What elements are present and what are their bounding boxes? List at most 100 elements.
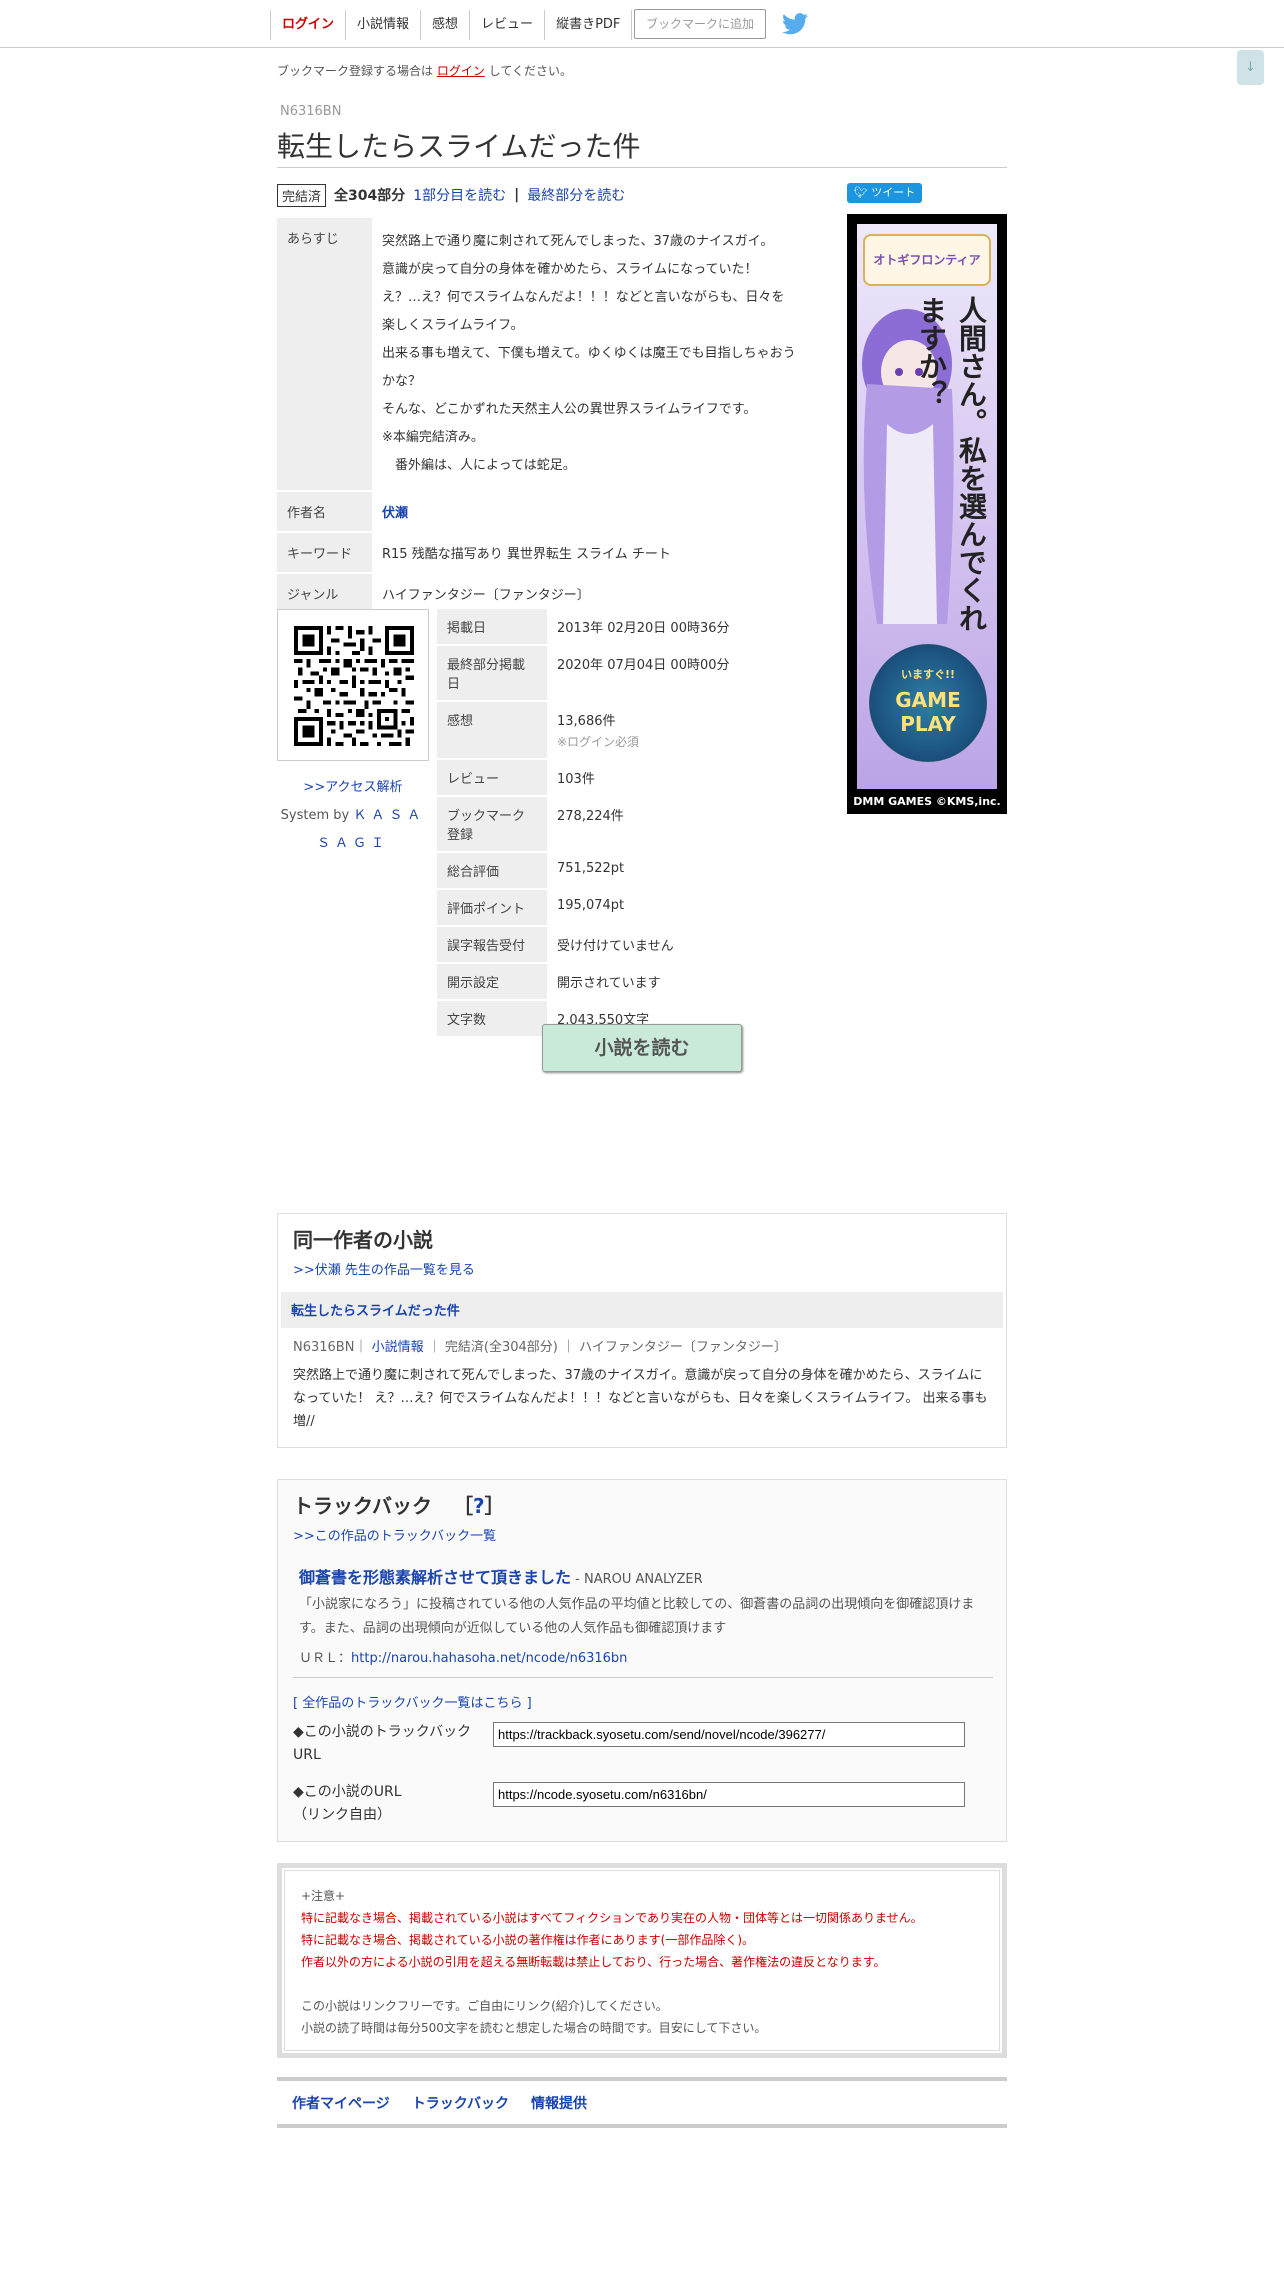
same-author-summary: 突然路上で通り魔に刺されて死んでしまった、37歳のナイスガイ。意識が戻って自分の… — [293, 1368, 988, 1429]
stats-value: 13,686件 — [557, 714, 616, 729]
same-author-novel-link[interactable]: 転生したらスライムだった件 — [291, 1304, 460, 1319]
twitter-icon[interactable] — [782, 13, 808, 35]
read-novel-button[interactable]: 小説を読む — [542, 1024, 742, 1072]
notice-spacer — [301, 1973, 983, 1995]
nav-vertical-pdf[interactable]: 縦書きPDF — [544, 10, 633, 40]
stats-row: 最終部分掲載日 2020年 07月04日 00時00分 — [437, 645, 807, 702]
same-author-info-link[interactable]: 小説情報 — [372, 1340, 424, 1355]
trackback-entry-url-link[interactable]: http://narou.hahasoha.net/ncode/n6316bn — [351, 1651, 627, 1666]
footer-nav: 作者マイページ トラックバック 情報提供 — [277, 2077, 1007, 2128]
stats-label: レビュー — [437, 759, 547, 797]
tweet-button[interactable]: 🐦︎ ツイート — [847, 183, 922, 203]
trackback-title: トラックバック ［?］ — [293, 1490, 505, 1519]
twitter-bird-icon: 🐦︎ — [853, 186, 868, 199]
footer-trackback-link[interactable]: トラックバック — [412, 2093, 509, 2113]
trackback-heading: トラックバック — [293, 1494, 432, 1518]
author-link[interactable]: 伏瀬 — [382, 506, 408, 521]
scroll-down-button[interactable]: ↓ — [1237, 50, 1264, 85]
ad-play-badge: いますぐ!! GAME PLAY — [869, 644, 987, 762]
trackback-entry-title: 御蒼書を形態素解析させて頂きました - NAROU ANALYZER — [299, 1564, 703, 1588]
notice-content: +注意+ 特に記載なき場合、掲載されている小説はすべてフィクションであり実在の人… — [284, 1870, 1000, 2051]
access-analysis-link[interactable]: >>アクセス解析 — [277, 776, 429, 795]
trackback-url-label-line1: ◆この小説のトラックバック — [293, 1724, 472, 1740]
stats-label: 誤字報告受付 — [437, 926, 547, 964]
stats-row: 掲載日 2013年 02月20日 00時36分 — [437, 609, 807, 646]
ad-logo: オトギフロンティア — [863, 234, 991, 286]
nav-impressions[interactable]: 感想 — [420, 10, 469, 40]
trackback-list-link[interactable]: >>この作品のトラックバック一覧 — [293, 1525, 496, 1544]
synopsis-label: あらすじ — [277, 218, 372, 492]
trackback-help-close: ］ — [484, 1494, 505, 1518]
stats-row: 評価ポイント 195,074pt — [437, 889, 807, 927]
stats-label: 評価ポイント — [437, 889, 547, 927]
synopsis-line: ※本編完結済み。 — [382, 430, 484, 445]
trackback-entry-link[interactable]: 御蒼書を形態素解析させて頂きました — [299, 1568, 571, 1587]
synopsis: 突然路上で通り魔に刺されて死んでしまった、37歳のナイスガイ。 意識が戻って自分… — [372, 218, 807, 492]
stats-value: 103件 — [547, 759, 807, 797]
trackback-url-input[interactable] — [493, 1722, 965, 1747]
nav-novel-info[interactable]: 小説情報 — [345, 10, 420, 40]
ad-play-big: GAME PLAY — [895, 688, 961, 736]
ad-tagline: 人間さん。私を選んでくれますか？ — [915, 296, 988, 632]
nav-login[interactable]: ログイン — [270, 10, 345, 40]
trackback-help-open: ［ — [452, 1494, 473, 1518]
stats-row: 総合評価 751,522pt — [437, 852, 807, 890]
stats-row: ブックマーク登録 278,224件 — [437, 796, 807, 853]
trackback-url-field-label: ◆この小説のトラックバック URL — [293, 1721, 471, 1767]
notice-line: 小説の読了時間は毎分500文字を読むと想定した場合の時間です。目安にして下さい。 — [301, 2021, 767, 2035]
notice-line: 特に記載なき場合、掲載されている小説はすべてフィクションであり実在の人物・団体等… — [301, 1911, 923, 1925]
stats-value: 195,074pt — [547, 889, 807, 927]
read-last-link[interactable]: 最終部分を読む — [527, 185, 625, 205]
footer-info-link[interactable]: 情報提供 — [531, 2093, 587, 2113]
ad-banner[interactable]: オトギフロンティア 人間さん。私を選んでくれますか？ いますぐ!! GAME P… — [847, 214, 1007, 814]
stats-value: 受け付けていません — [547, 926, 807, 964]
synopsis-line: 意識が戻って自分の身体を確かめたら、スライムになっていた！ — [382, 262, 758, 277]
ncode: N6316BN — [280, 104, 342, 119]
notice-line: 特に記載なき場合、掲載されている小説の著作権は作者にあります(一部作品除く)。 — [301, 1933, 755, 1947]
status-line: 完結済 全304部分 1部分目を読む | 最終部分を読む — [277, 183, 625, 207]
same-author-section: 同一作者の小説 >>伏瀬 先生の作品一覧を見る 転生したらスライムだった件 N6… — [277, 1213, 1007, 1448]
top-nav: ログイン 小説情報 感想 レビュー 縦書きPDF — [270, 10, 633, 40]
all-trackbacks-link[interactable]: [ 全作品のトラックバック一覧はこちら ] — [293, 1692, 532, 1711]
synopsis-line: そんな、どこかずれた天然主人公の異世界スライムライフです。 — [382, 402, 757, 417]
top-bar: ログイン 小説情報 感想 レビュー 縦書きPDF ブックマークに追加 — [0, 0, 1284, 48]
novel-url-field-label: ◆この小説のURL （リンク自由） — [293, 1781, 402, 1827]
footer-author-mypage-link[interactable]: 作者マイページ — [292, 2093, 390, 2113]
author-works-link[interactable]: >>伏瀬 先生の作品一覧を見る — [293, 1259, 475, 1278]
title-divider — [277, 167, 1007, 168]
synopsis-row: あらすじ 突然路上で通り魔に刺されて死んでしまった、37歳のナイスガイ。 意識が… — [277, 218, 807, 492]
status-badge: 完結済 — [277, 183, 327, 207]
synopsis-line: 番外編は、人によっては蛇足。 — [382, 458, 576, 473]
bookmark-add-button[interactable]: ブックマークに追加 — [634, 9, 766, 39]
stats-label: 最終部分掲載日 — [437, 645, 547, 702]
trackback-url-label-line2: URL — [293, 1747, 321, 1763]
novel-url-input[interactable] — [493, 1782, 965, 1807]
total-parts: 全304部分 — [334, 188, 406, 204]
keywords: R15 残酷な描写あり 異世界転生 スライム チート — [372, 532, 807, 574]
bookmark-notice-prefix: ブックマーク登録する場合は — [277, 64, 434, 78]
trackback-help-link[interactable]: ? — [473, 1494, 485, 1518]
trackback-entry-source: - NAROU ANALYZER — [571, 1572, 703, 1587]
bookmark-notice-login-link[interactable]: ログイン — [437, 64, 485, 78]
ad-footer: DMM GAMES ©KMS,inc. — [853, 795, 1001, 808]
stats-value: 2020年 07月04日 00時00分 — [547, 645, 807, 702]
stats-value: 2013年 02月20日 00時36分 — [547, 609, 807, 646]
nav-reviews[interactable]: レビュー — [469, 10, 544, 40]
trackback-section: トラックバック ［?］ >>この作品のトラックバック一覧 御蒼書を形態素解析させ… — [277, 1479, 1007, 1842]
ad-artwork: オトギフロンティア 人間さん。私を選んでくれますか？ いますぐ!! GAME P… — [857, 224, 997, 789]
stats-table: 掲載日 2013年 02月20日 00時36分 最終部分掲載日 2020年 07月0… — [437, 609, 807, 1038]
link-separator: | — [514, 187, 520, 203]
novel-url-label-line1: ◆この小説のURL — [293, 1784, 402, 1800]
read-first-link[interactable]: 1部分目を読む — [413, 185, 506, 205]
page-title: 転生したらスライムだった件 — [277, 130, 641, 163]
trackback-url-label: ＵＲＬ： — [299, 1651, 352, 1666]
same-author-meta-rest: ｜ 完結済(全304部分) ｜ ハイファンタジー〔ファンタジー〕 — [427, 1340, 787, 1355]
novel-url-label-line2: （リンク自由） — [293, 1807, 391, 1823]
stats-row: 感想 13,686件 ※ログイン必須 — [437, 701, 807, 760]
same-author-ncode: N6316BN｜ — [293, 1340, 368, 1355]
same-author-novel-header: 転生したらスライムだった件 — [281, 1292, 1003, 1328]
stats-label: 掲載日 — [437, 609, 547, 646]
author-label: 作者名 — [277, 491, 372, 533]
stats-label: 総合評価 — [437, 852, 547, 890]
synopsis-line: え？…え？何でスライムなんだよ！！！などと言いながらも、日々を楽しくスライムライ… — [382, 290, 785, 333]
